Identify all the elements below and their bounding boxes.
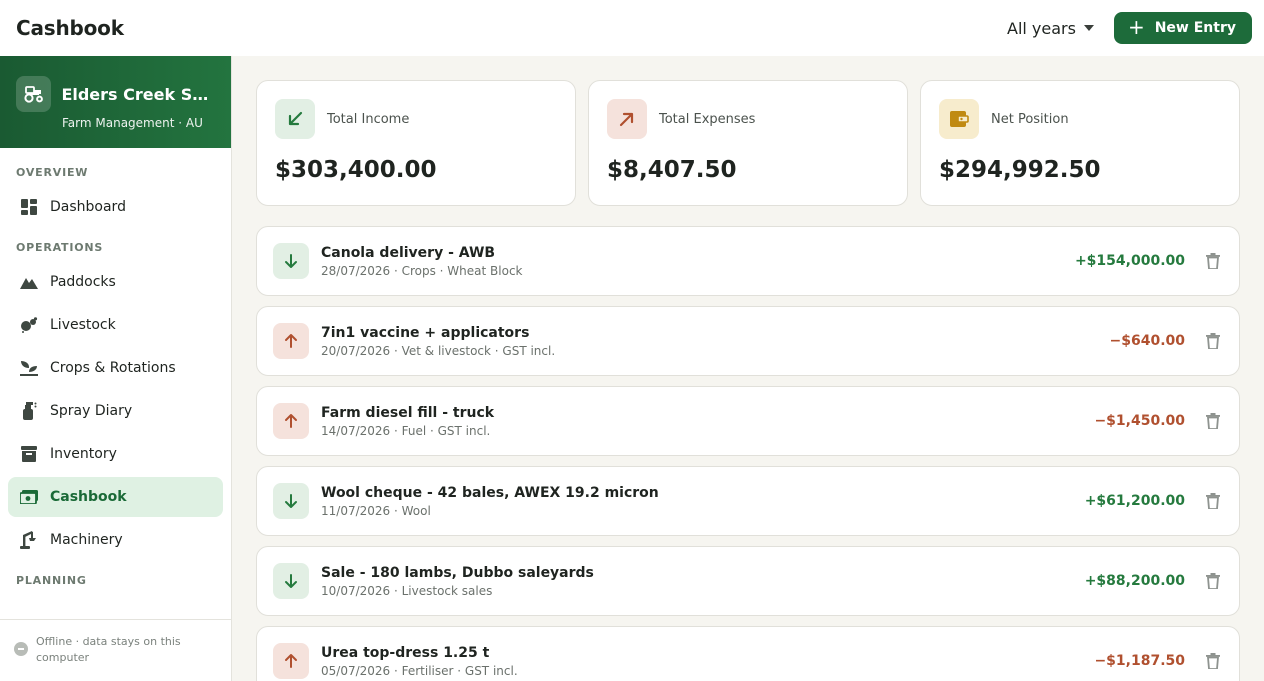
- sidebar-item-label: Crops & Rotations: [50, 360, 176, 376]
- entry-amount: +$61,200.00: [1084, 493, 1185, 509]
- dashboard-icon: [20, 198, 38, 216]
- farm-card[interactable]: Elders Creek Stati... Farm Management · …: [0, 56, 231, 148]
- sidebar-item-label: Dashboard: [50, 199, 126, 215]
- trash-icon[interactable]: [1203, 491, 1223, 511]
- trash-icon[interactable]: [1203, 651, 1223, 671]
- list-item[interactable]: Canola delivery - AWB 28/07/2026 · Crops…: [256, 226, 1240, 296]
- year-filter-select[interactable]: All years: [1001, 15, 1100, 42]
- tractor-icon: [16, 76, 52, 112]
- trash-icon[interactable]: [1203, 411, 1223, 431]
- total-expenses-card: Total Expenses $8,407.50: [588, 80, 908, 206]
- trash-icon[interactable]: [1203, 571, 1223, 591]
- arrow-up-icon: [273, 643, 309, 679]
- spray-bottle-icon: [20, 402, 38, 420]
- sidebar-item-paddocks[interactable]: Paddocks: [8, 262, 223, 302]
- entry-amount: −$1,450.00: [1094, 413, 1185, 429]
- entry-amount: −$640.00: [1109, 333, 1186, 349]
- top-bar: Cashbook All years + New Entry: [0, 0, 1264, 56]
- archive-box-icon: [20, 445, 38, 463]
- entry-meta: 20/07/2026 · Vet & livestock · GST incl.: [321, 343, 556, 358]
- sidebar-item-livestock[interactable]: Livestock: [8, 305, 223, 345]
- card-label: Total Income: [327, 111, 410, 127]
- card-label: Net Position: [991, 111, 1069, 127]
- list-item[interactable]: Farm diesel fill - truck 14/07/2026 · Fu…: [256, 386, 1240, 456]
- list-item[interactable]: 7in1 vaccine + applicators 20/07/2026 · …: [256, 306, 1240, 376]
- nav-section-overview: OVERVIEW: [16, 166, 89, 179]
- farm-name: Elders Creek Stati...: [61, 84, 215, 104]
- trash-icon[interactable]: [1203, 251, 1223, 271]
- entry-title: 7in1 vaccine + applicators: [321, 324, 530, 341]
- sprout-icon: [20, 359, 38, 377]
- tractor-arm-icon: [20, 531, 38, 549]
- sidebar: Elders Creek Stati... Farm Management · …: [0, 56, 232, 681]
- entry-meta: 10/07/2026 · Livestock sales: [321, 583, 493, 598]
- entry-meta: 28/07/2026 · Crops · Wheat Block: [321, 263, 523, 278]
- sidebar-item-label: Inventory: [50, 446, 117, 462]
- sidebar-item-crops-rotations[interactable]: Crops & Rotations: [8, 348, 223, 388]
- trash-icon[interactable]: [1203, 331, 1223, 351]
- sidebar-item-label: Livestock: [50, 317, 116, 333]
- nav-section-operations: OPERATIONS: [16, 241, 104, 254]
- entry-amount: +$154,000.00: [1074, 253, 1185, 269]
- main-content: Total Income $303,400.00 Total Expenses …: [232, 56, 1264, 681]
- entry-amount: +$88,200.00: [1084, 573, 1185, 589]
- sidebar-item-spray-diary[interactable]: Spray Diary: [8, 391, 223, 431]
- offline-status-text: Offline · data stays on this computer: [36, 635, 181, 664]
- summary-cards: Total Income $303,400.00 Total Expenses …: [256, 80, 1240, 206]
- entry-meta: 11/07/2026 · Wool: [321, 503, 431, 518]
- entry-meta: 05/07/2026 · Fertiliser · GST incl.: [321, 663, 518, 678]
- sidebar-item-label: Spray Diary: [50, 403, 133, 419]
- arrow-down-icon: [273, 563, 309, 599]
- arrow-up-right-icon: [607, 99, 647, 139]
- arrow-up-icon: [273, 323, 309, 359]
- net-position-card: Net Position $294,992.50: [920, 80, 1240, 206]
- sidebar-item-cashbook[interactable]: Cashbook: [8, 477, 223, 517]
- arrow-down-icon: [273, 243, 309, 279]
- card-label: Total Expenses: [659, 111, 756, 127]
- entry-title: Canola delivery - AWB: [321, 244, 496, 261]
- sidebar-item-inventory[interactable]: Inventory: [8, 434, 223, 474]
- total-income-value: $303,400.00: [275, 157, 437, 183]
- new-entry-label: New Entry: [1154, 20, 1236, 36]
- entry-list: Canola delivery - AWB 28/07/2026 · Crops…: [256, 226, 1240, 681]
- sidebar-item-label: Machinery: [50, 532, 123, 548]
- cash-icon: [20, 488, 38, 506]
- arrow-down-icon: [273, 483, 309, 519]
- entry-meta: 14/07/2026 · Fuel · GST incl.: [321, 423, 491, 438]
- entry-title: Sale - 180 lambs, Dubbo saleyards: [321, 564, 594, 581]
- sidebar-item-machinery[interactable]: Machinery: [8, 520, 223, 560]
- farm-subtitle: Farm Management · AU: [62, 116, 203, 130]
- wallet-icon: [939, 99, 979, 139]
- mountain-icon: [20, 273, 38, 291]
- offline-status: Offline · data stays on this computer: [0, 619, 231, 681]
- list-item[interactable]: Urea top-dress 1.25 t 05/07/2026 · Ferti…: [256, 626, 1240, 681]
- list-item[interactable]: Sale - 180 lambs, Dubbo saleyards 10/07/…: [256, 546, 1240, 616]
- sidebar-item-dashboard[interactable]: Dashboard: [8, 187, 223, 227]
- nav-section-planning: PLANNING: [16, 574, 87, 587]
- chevron-down-icon: [1083, 25, 1094, 31]
- entry-amount: −$1,187.50: [1094, 653, 1185, 669]
- year-filter-value: All years: [1007, 18, 1076, 38]
- new-entry-button[interactable]: + New Entry: [1113, 12, 1252, 44]
- list-item[interactable]: Wool cheque - 42 bales, AWEX 19.2 micron…: [256, 466, 1240, 536]
- entry-title: Farm diesel fill - truck: [321, 404, 495, 421]
- sidebar-item-label: Paddocks: [50, 274, 116, 290]
- sidebar-nav: OVERVIEW Dashboard OPERATIONS Paddocks L…: [0, 148, 231, 587]
- entry-title: Wool cheque - 42 bales, AWEX 19.2 micron: [321, 484, 659, 501]
- total-expenses-value: $8,407.50: [607, 157, 737, 183]
- offline-icon: [14, 642, 28, 656]
- arrow-down-left-icon: [275, 99, 315, 139]
- arrow-up-icon: [273, 403, 309, 439]
- sidebar-item-label: Cashbook: [50, 489, 127, 505]
- top-bar-actions: All years + New Entry: [1001, 12, 1252, 44]
- page-title: Cashbook: [16, 16, 124, 40]
- entry-title: Urea top-dress 1.25 t: [321, 644, 490, 661]
- net-position-value: $294,992.50: [939, 157, 1101, 183]
- plus-icon: +: [1127, 15, 1145, 39]
- livestock-icon: [20, 316, 38, 334]
- total-income-card: Total Income $303,400.00: [256, 80, 576, 206]
